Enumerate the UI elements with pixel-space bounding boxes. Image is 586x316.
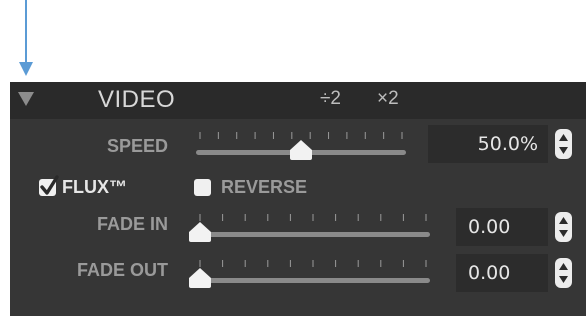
fade-in-slider[interactable] <box>188 206 438 246</box>
speed-slider[interactable] <box>188 124 414 164</box>
up-down-arrows-icon <box>559 134 568 154</box>
video-panel: VIDEO ÷2 ×2 SPEED 50.0% FLUX™ REVERSE FA… <box>10 82 586 316</box>
speed-label: SPEED <box>106 136 168 156</box>
slider-track <box>196 278 430 283</box>
fade-out-value: 0.00 <box>468 262 511 284</box>
fade-in-stepper[interactable] <box>555 212 572 242</box>
fade-in-value: 0.00 <box>468 216 511 238</box>
slider-thumb[interactable] <box>290 140 312 160</box>
slider-graphic <box>189 260 430 288</box>
panel-title: VIDEO <box>98 86 176 113</box>
slider-thumb[interactable] <box>189 222 211 242</box>
speed-value-field[interactable]: 50.0% <box>428 125 548 163</box>
up-down-arrows-icon <box>559 263 568 283</box>
fade-out-value-field[interactable]: 0.00 <box>456 254 548 292</box>
speed-value: 50.0% <box>477 133 538 155</box>
fade-in-value-field[interactable]: 0.00 <box>456 208 548 246</box>
slider-track <box>196 232 430 237</box>
flux-checkbox[interactable] <box>39 175 59 196</box>
panel-header: VIDEO ÷2 ×2 <box>10 82 586 119</box>
slider-graphic <box>189 214 430 242</box>
down-arrow-icon <box>19 0 33 76</box>
reverse-checkbox[interactable] <box>194 179 211 196</box>
divide-by-two-button[interactable]: ÷2 <box>320 88 341 110</box>
fade-in-label: FADE IN <box>96 214 168 234</box>
slider-graphic <box>196 132 406 160</box>
speed-stepper[interactable] <box>555 129 572 159</box>
reverse-label: REVERSE <box>221 177 308 197</box>
up-down-arrows-icon <box>559 217 568 237</box>
fade-out-slider[interactable] <box>188 252 438 292</box>
fade-out-stepper[interactable] <box>555 258 572 288</box>
flux-label: FLUX™ <box>62 177 127 197</box>
slider-thumb[interactable] <box>189 268 211 288</box>
multiply-by-two-button[interactable]: ×2 <box>377 88 399 110</box>
checkmark-icon <box>40 175 59 195</box>
fade-out-label: FADE OUT <box>76 260 168 280</box>
triangle-down-icon[interactable] <box>18 92 34 106</box>
